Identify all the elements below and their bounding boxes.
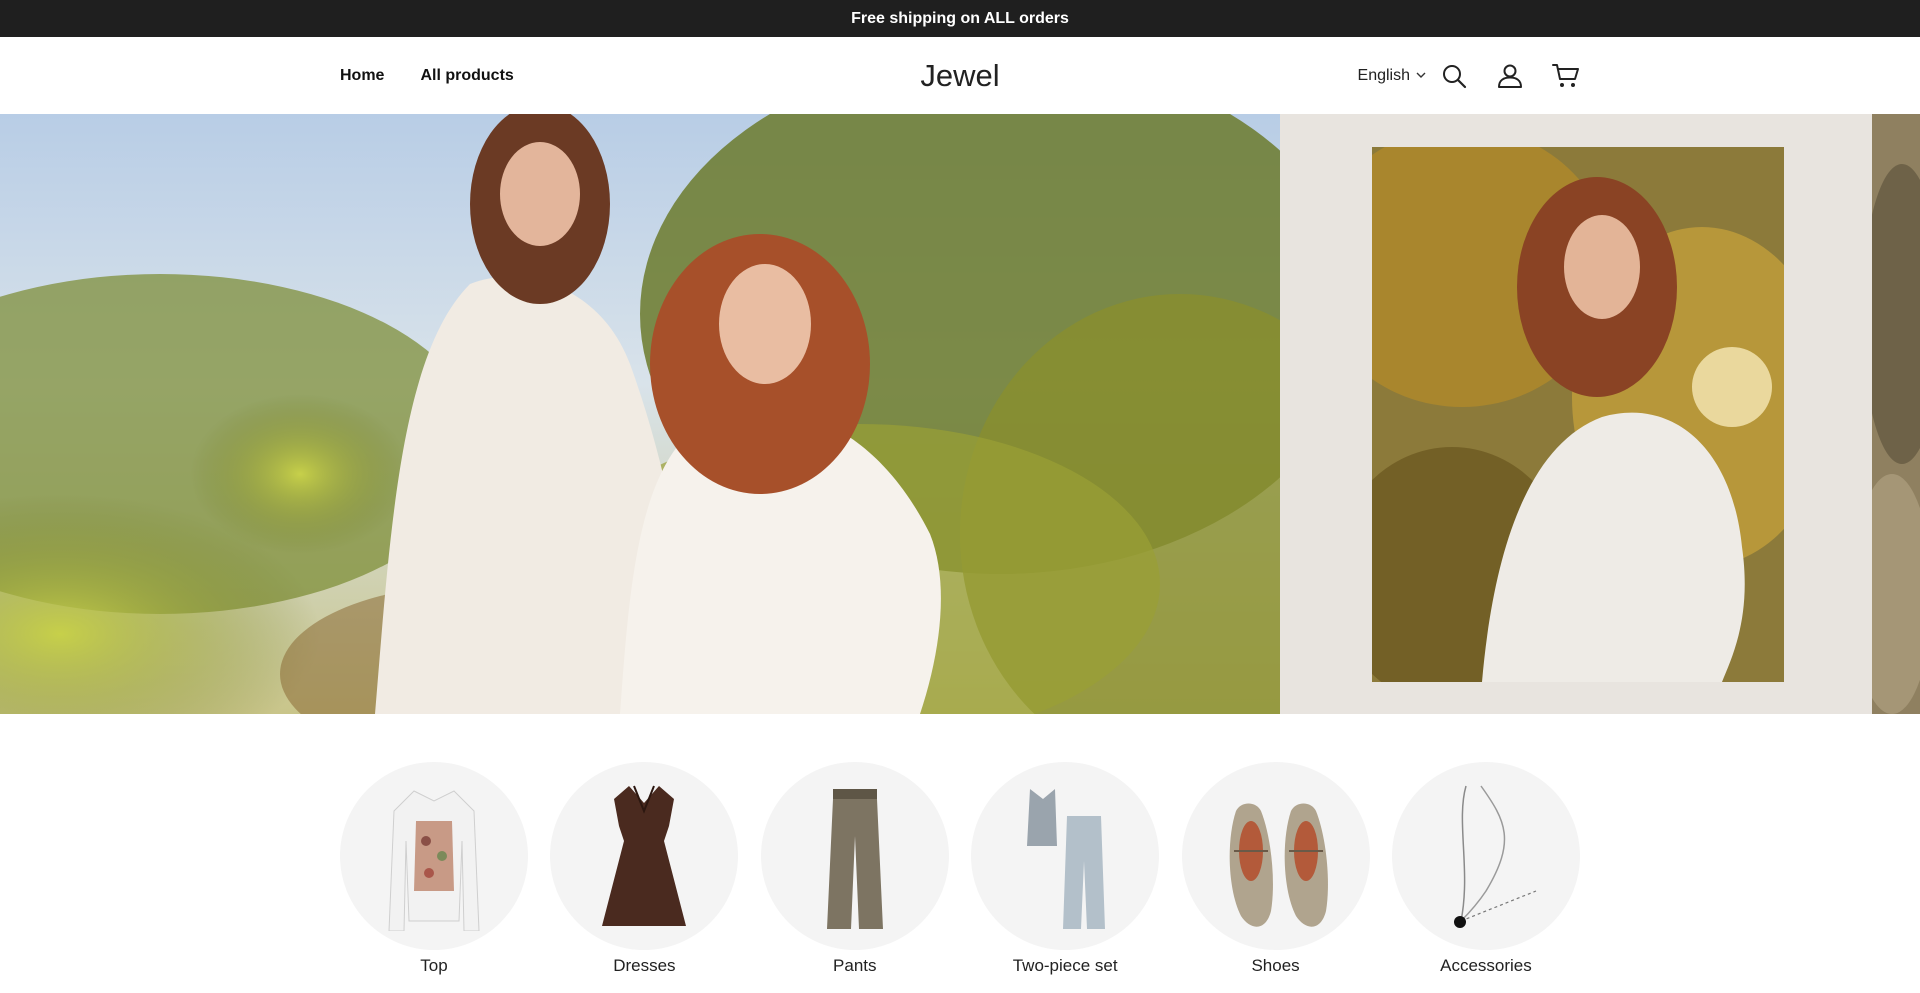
category-two-piece-set-image bbox=[971, 762, 1160, 950]
category-label: Shoes bbox=[1251, 956, 1300, 975]
category-shoes-image bbox=[1181, 762, 1370, 950]
category-label: Two-piece set bbox=[1012, 956, 1118, 975]
category-accessories[interactable]: Accessories bbox=[1391, 762, 1580, 993]
nav-home-link[interactable]: Home bbox=[340, 67, 384, 85]
account-icon[interactable] bbox=[1496, 62, 1524, 90]
chevron-down-icon bbox=[1416, 72, 1426, 79]
hero-slide-next-peek[interactable] bbox=[1872, 114, 1920, 714]
brand-logo-wrap: Jewel bbox=[0, 37, 1920, 114]
site-header: Home All products Jewel English bbox=[0, 37, 1920, 114]
hero-slide-secondary[interactable] bbox=[1280, 114, 1872, 714]
category-top-image bbox=[340, 762, 528, 950]
announcement-bar: Free shipping on ALL orders bbox=[0, 0, 1920, 37]
announcement-text: Free shipping on ALL orders bbox=[851, 9, 1069, 27]
category-row: Top Dresses Pants Two-piece set Shoes Ac… bbox=[340, 762, 1580, 993]
search-icon[interactable] bbox=[1440, 62, 1468, 90]
nav-all-products-link[interactable]: All products bbox=[420, 67, 513, 85]
category-top[interactable]: Top bbox=[340, 762, 528, 993]
cart-icon[interactable] bbox=[1552, 62, 1580, 90]
category-dresses-image bbox=[550, 762, 739, 950]
header-tools: English bbox=[1358, 37, 1580, 114]
language-label: English bbox=[1357, 66, 1410, 84]
brand-logo[interactable]: Jewel bbox=[920, 58, 999, 94]
hero-slide-main-image[interactable] bbox=[0, 114, 1280, 714]
category-pants-image bbox=[760, 762, 949, 950]
hero-carousel[interactable] bbox=[0, 114, 1920, 714]
category-pants[interactable]: Pants bbox=[760, 762, 949, 993]
category-label: Pants bbox=[833, 956, 877, 975]
category-two-piece-set[interactable]: Two-piece set bbox=[971, 762, 1160, 993]
hero-secondary-image bbox=[1372, 147, 1784, 682]
category-label: Dresses bbox=[613, 956, 676, 975]
category-shoes[interactable]: Shoes bbox=[1181, 762, 1370, 993]
main-nav: Home All products bbox=[340, 37, 514, 114]
language-selector[interactable]: English bbox=[1358, 67, 1426, 85]
category-dresses[interactable]: Dresses bbox=[550, 762, 739, 993]
category-accessories-image bbox=[1391, 762, 1580, 950]
category-label: Top bbox=[420, 956, 448, 975]
category-label: Accessories bbox=[1440, 956, 1532, 975]
